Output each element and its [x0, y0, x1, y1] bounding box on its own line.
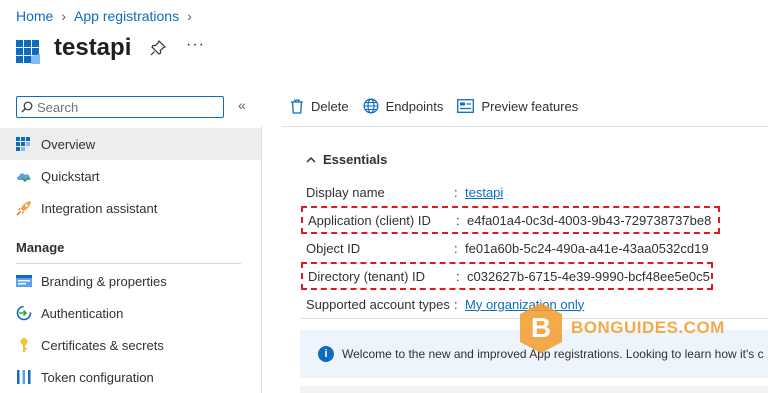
sidebar-item-authentication[interactable]: Authentication — [0, 297, 261, 329]
cloud-icon — [16, 168, 32, 184]
sidebar-item-overview[interactable]: Overview — [0, 128, 261, 160]
trash-icon — [291, 99, 303, 114]
essentials-toggle[interactable]: Essentials — [306, 152, 387, 167]
display-name-link[interactable]: testapi — [465, 185, 503, 200]
token-configuration-icon — [16, 369, 32, 385]
globe-icon — [363, 98, 379, 114]
object-id-row: Object ID : fe01a60b-5c24-490a-a41e-43aa… — [306, 240, 709, 256]
sidebar-item-integration-assistant[interactable]: Integration assistant — [0, 192, 261, 224]
bonguides-watermark: B BONGUIDES.COM — [519, 302, 725, 354]
search-box[interactable] — [16, 96, 224, 118]
sidebar-item-label: Token configuration — [41, 369, 154, 385]
sidebar-item-certificates[interactable]: Certificates & secrets — [0, 329, 261, 361]
authentication-icon — [16, 305, 32, 321]
page-title: testapi — [54, 34, 132, 61]
toolbar-divider — [282, 126, 768, 127]
endpoints-button[interactable]: Endpoints — [363, 98, 444, 114]
branding-icon — [16, 273, 32, 289]
display-name-row: Display name : testapi — [306, 184, 504, 200]
sidebar-item-label: Authentication — [41, 305, 124, 321]
application-client-id-row: Application (client) ID : e4fa01a4-0c3d-… — [301, 206, 720, 234]
bonguides-logo-icon: B — [520, 303, 562, 353]
rocket-icon — [16, 200, 32, 216]
sidebar-item-label: Overview — [41, 136, 96, 152]
manage-section-heading: Manage — [16, 240, 65, 255]
sidebar-item-label: Integration assistant — [41, 200, 158, 216]
directory-tenant-id-row: Directory (tenant) ID : c032627b-6715-4e… — [301, 262, 713, 290]
pin-icon[interactable] — [150, 40, 166, 56]
app-registration-icon — [16, 40, 40, 64]
sidebar-item-quickstart[interactable]: Quickstart — [0, 160, 261, 192]
chevron-up-icon — [306, 156, 316, 163]
field-label: Application (client) ID — [308, 212, 431, 228]
object-id-value[interactable]: fe01a60b-5c24-490a-a41e-43aa0532cd19 — [465, 241, 709, 256]
content-band — [300, 386, 768, 393]
delete-button[interactable]: Delete — [290, 99, 349, 114]
chevron-right-icon: › — [187, 8, 192, 24]
key-icon — [16, 337, 32, 353]
breadcrumb: Home › App registrations › — [16, 8, 192, 24]
endpoints-label: Endpoints — [385, 98, 444, 114]
breadcrumb-app-registrations-link[interactable]: App registrations — [74, 8, 179, 24]
sidebar-item-label: Quickstart — [41, 168, 100, 184]
directory-tenant-id-value[interactable]: c032627b-6715-4e39-9990-bcf48ee5e0c5 — [467, 269, 710, 284]
sidebar-item-label: Certificates & secrets — [41, 337, 164, 353]
preview-features-icon — [457, 99, 475, 113]
collapse-sidebar-icon[interactable]: « — [238, 97, 246, 113]
breadcrumb-home-link[interactable]: Home — [16, 8, 53, 24]
application-client-id-value[interactable]: e4fa01a4-0c3d-4003-9b43-729738737be8 — [467, 213, 711, 228]
essentials-heading: Essentials — [323, 152, 388, 167]
field-label: Directory (tenant) ID — [308, 268, 426, 284]
field-label: Display name — [306, 184, 385, 200]
sidebar-item-branding[interactable]: Branding & properties — [0, 265, 261, 297]
chevron-right-icon: › — [61, 8, 67, 24]
section-divider — [16, 263, 241, 264]
sidebar-item-token-configuration[interactable]: Token configuration — [0, 361, 261, 393]
field-label: Supported account types — [306, 296, 450, 312]
more-options-icon[interactable]: ··· — [186, 36, 205, 54]
command-bar: Delete Endpoints Preview features — [290, 98, 578, 114]
field-label: Object ID — [306, 240, 361, 256]
delete-label: Delete — [311, 98, 349, 114]
preview-features-button[interactable]: Preview features — [457, 99, 578, 114]
preview-features-label: Preview features — [481, 98, 579, 114]
sidebar-divider — [261, 126, 262, 393]
search-icon — [21, 101, 33, 113]
watermark-letter: B — [531, 312, 551, 343]
sidebar-item-label: Branding & properties — [41, 273, 167, 289]
overview-grid-icon — [16, 136, 32, 152]
search-input[interactable] — [33, 99, 207, 115]
info-icon: i — [318, 346, 334, 362]
watermark-text: BONGUIDES.COM — [571, 318, 725, 337]
